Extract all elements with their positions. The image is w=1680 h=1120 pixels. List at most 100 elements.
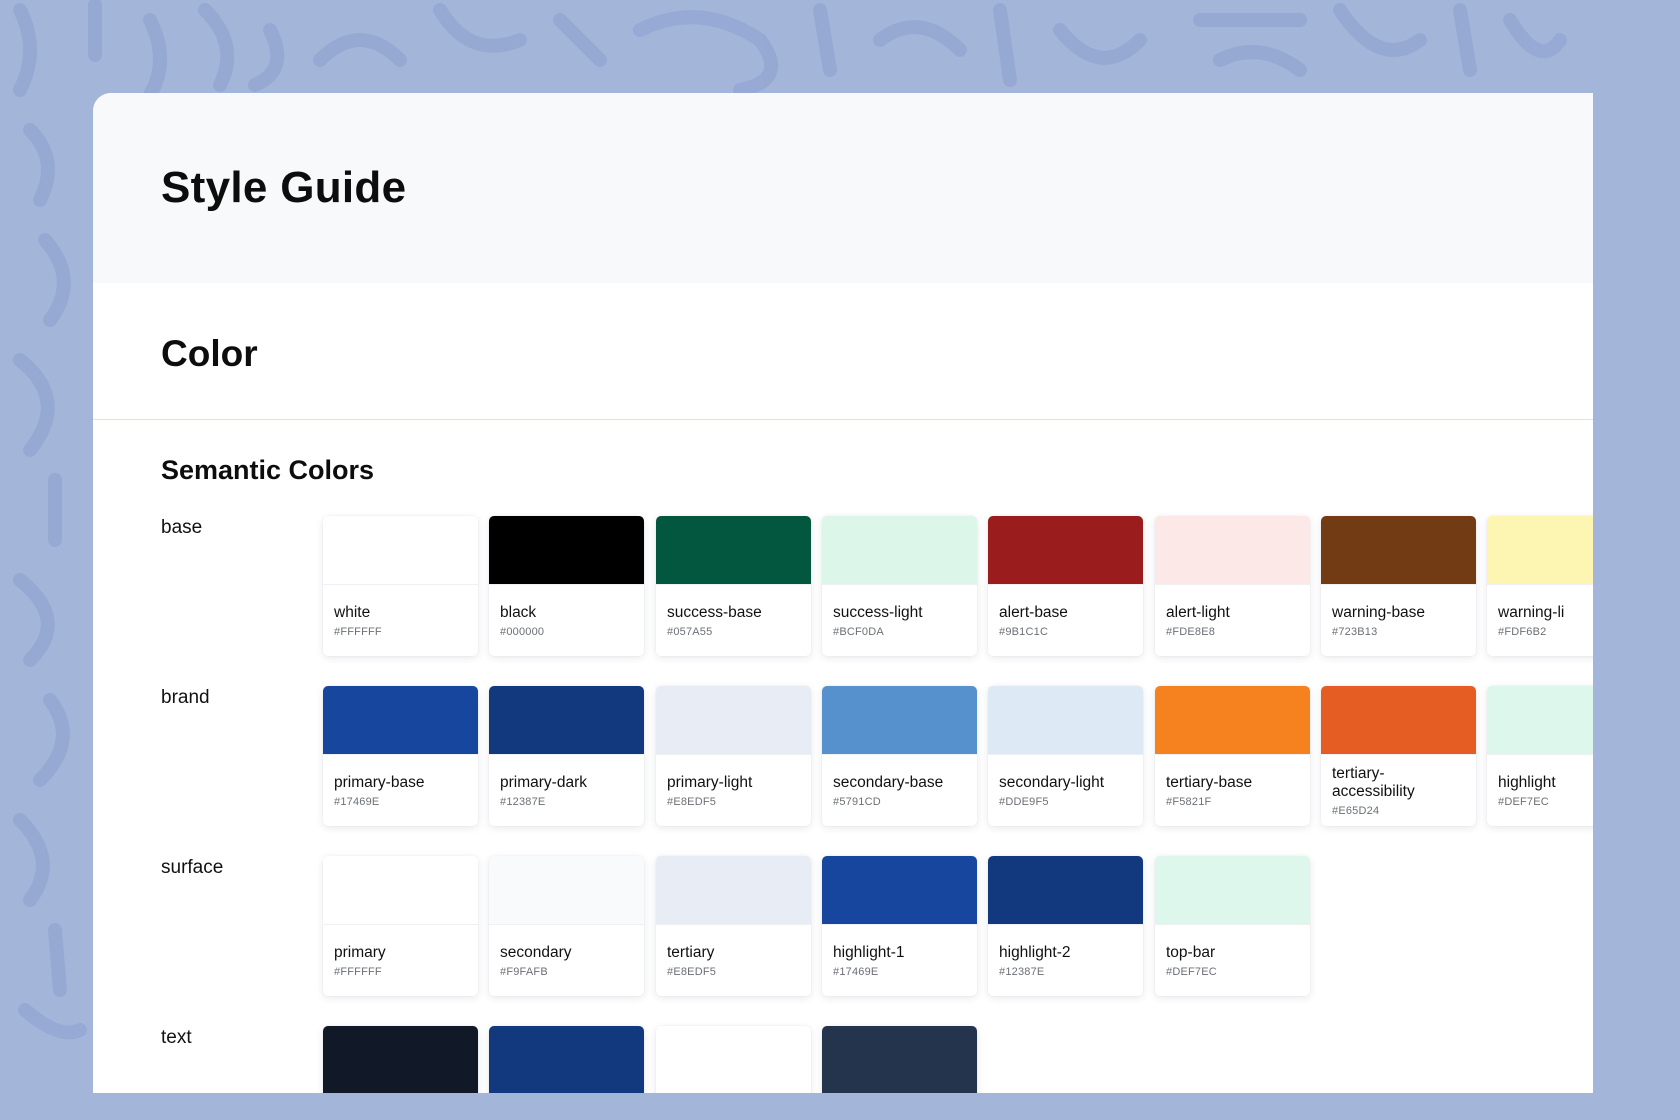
swatch-name: tertiary-base [1166, 774, 1253, 791]
color-swatch-top-bar[interactable]: top-bar #DEF7EC [1155, 856, 1310, 996]
color-swatch-white[interactable]: white #FFFFFF [323, 516, 478, 656]
swatch-color-chip [1155, 686, 1310, 755]
section-title: Color [161, 333, 258, 374]
swatch-color-chip [822, 856, 977, 925]
swatch-hex: #DEF7EC [1498, 796, 1549, 808]
swatch-name: success-light [833, 604, 923, 621]
color-swatch-alert-light[interactable]: alert-light #FDE8E8 [1155, 516, 1310, 656]
swatch-name: primary-dark [500, 774, 587, 791]
swatch-name: secondary-light [999, 774, 1105, 791]
color-swatch-secondary-base[interactable]: secondary-base #5791CD [822, 686, 977, 826]
swatch-color-chip [656, 1026, 811, 1093]
swatch-color-chip [323, 1026, 478, 1093]
swatch-name: primary-light [667, 774, 753, 791]
swatch-hex: #E8EDF5 [667, 966, 717, 978]
color-swatch-text-1[interactable] [489, 1026, 644, 1093]
color-swatch-black[interactable]: black #000000 [489, 516, 644, 656]
swatch-color-chip [822, 1026, 977, 1093]
swatch-hex: #FDE8E8 [1166, 626, 1216, 638]
color-swatch-highlight-2[interactable]: highlight-2 #12387E [988, 856, 1143, 996]
swatch-name: tertiary [667, 944, 715, 961]
color-swatch-alert-base[interactable]: alert-base #9B1C1C [988, 516, 1143, 656]
swatch-color-chip [323, 516, 478, 585]
color-swatch-highlight-1[interactable]: highlight-1 #17469E [822, 856, 977, 996]
color-swatch-highlight[interactable]: highlight #DEF7EC [1487, 686, 1593, 826]
swatch-color-chip [656, 686, 811, 755]
group-label-base: base [161, 517, 203, 538]
swatch-color-chip [323, 686, 478, 755]
group-label-brand: brand [161, 687, 210, 708]
color-swatch-primary-light[interactable]: primary-light #E8EDF5 [656, 686, 811, 826]
swatch-name: primary [334, 944, 386, 961]
page-title: Style Guide [161, 163, 407, 212]
swatch-hex: #FFFFFF [334, 626, 382, 638]
swatch-color-chip [323, 856, 478, 925]
swatch-hex: #9B1C1C [999, 626, 1049, 638]
swatch-hex: #E65D24 [1332, 805, 1380, 817]
swatch-name: tertiary-​accessibility [1332, 765, 1415, 800]
swatch-color-chip [988, 686, 1143, 755]
swatch-color-chip [489, 516, 644, 585]
swatch-hex: #17469E [334, 796, 380, 808]
subsection-title: Semantic Colors [161, 455, 375, 485]
swatch-name: white [334, 604, 371, 621]
swatch-name: highlight [1498, 774, 1556, 791]
color-swatch-text-2[interactable] [656, 1026, 811, 1093]
color-swatch-secondary-light[interactable]: secondary-light #DDE9F5 [988, 686, 1143, 826]
group-label-surface: surface [161, 857, 224, 878]
swatch-hex: #12387E [500, 796, 546, 808]
swatch-hex: #E8EDF5 [667, 796, 717, 808]
swatch-name: success-base [667, 604, 762, 621]
color-swatch-tertiary-base[interactable]: tertiary-base #F5821F [1155, 686, 1310, 826]
color-swatch-tertiary[interactable]: tertiary #E8EDF5 [656, 856, 811, 996]
color-swatch-warning-li[interactable]: warning-li #FDF6B2 [1487, 516, 1593, 656]
swatch-color-chip [988, 516, 1143, 585]
swatch-hex: #723B13 [1332, 626, 1378, 638]
swatch-color-chip [1155, 516, 1310, 585]
swatch-hex: #F9FAFB [500, 966, 548, 978]
swatch-name: alert-base [999, 604, 1068, 621]
swatch-color-chip [1487, 516, 1593, 585]
swatch-color-chip [489, 1026, 644, 1093]
group-label-text: text [161, 1027, 192, 1048]
swatch-name: primary-base [334, 774, 425, 791]
color-swatch-primary-dark[interactable]: primary-dark #12387E [489, 686, 644, 826]
swatch-name: top-bar [1166, 944, 1216, 961]
color-section-header: Color [93, 283, 1593, 420]
color-swatch-text-3[interactable] [822, 1026, 977, 1093]
swatch-name: alert-light [1166, 604, 1230, 621]
color-swatch-success-base[interactable]: success-base #057A55 [656, 516, 811, 656]
swatch-color-chip [489, 856, 644, 925]
swatch-color-chip [822, 516, 977, 585]
color-swatch-primary[interactable]: primary #FFFFFF [323, 856, 478, 996]
swatch-name: black [500, 604, 537, 621]
swatch-color-chip [1155, 856, 1310, 925]
swatch-hex: #000000 [500, 626, 545, 638]
color-swatch-warning-base[interactable]: warning-base #723B13 [1321, 516, 1476, 656]
swatch-color-chip [988, 856, 1143, 925]
swatch-name: secondary [500, 944, 572, 961]
swatch-hex: #057A55 [667, 626, 713, 638]
page-header: Style Guide [93, 93, 1593, 283]
color-swatch-secondary[interactable]: secondary #F9FAFB [489, 856, 644, 996]
swatch-color-chip [822, 686, 977, 755]
swatch-name: secondary-base [833, 774, 944, 791]
swatch-name: highlight-1 [833, 944, 905, 961]
color-swatch-success-light[interactable]: success-light #BCF0DA [822, 516, 977, 656]
swatch-hex: #F5821F [1166, 796, 1212, 808]
swatch-hex: #DDE9F5 [999, 796, 1049, 808]
swatch-color-chip [656, 856, 811, 925]
swatch-color-chip [656, 516, 811, 585]
style-guide-page: Style Guide Color Semantic Colors base wh… [93, 93, 1593, 1093]
color-swatch-tertiary-accessibility[interactable]: tertiary-​accessibility #E65D24 [1321, 686, 1476, 826]
swatch-hex: #FFFFFF [334, 966, 382, 978]
swatch-name: warning-base [1332, 604, 1426, 621]
color-swatch-text-0[interactable] [323, 1026, 478, 1093]
color-swatch-primary-base[interactable]: primary-base #17469E [323, 686, 478, 826]
swatch-hex: #12387E [999, 966, 1045, 978]
swatch-hex: #17469E [833, 966, 879, 978]
swatch-color-chip [1487, 686, 1593, 755]
swatch-color-chip [1321, 686, 1476, 755]
swatch-hex: #BCF0DA [833, 626, 884, 638]
swatch-hex: #5791CD [833, 796, 881, 808]
